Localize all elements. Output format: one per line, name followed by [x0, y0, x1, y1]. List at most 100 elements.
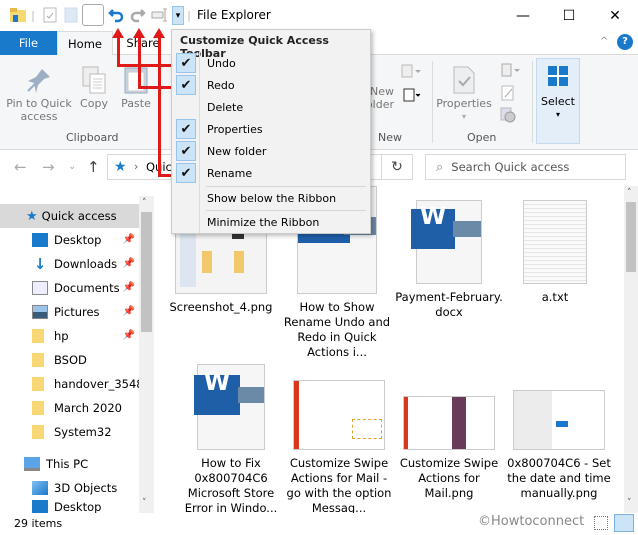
nav-item-handover[interactable]: handover_35482 [0, 372, 151, 396]
close-button[interactable]: ✕ [592, 0, 638, 31]
nav-pane-scrollbar[interactable]: ˄ ˅ [139, 196, 154, 513]
recent-locations-button[interactable]: ⌄ [68, 161, 76, 172]
nav-item-label: Documents [54, 281, 120, 295]
edit-icon[interactable] [500, 85, 516, 104]
copy-button[interactable]: Copy [76, 65, 112, 110]
search-box[interactable]: ⌕ Search Quick access [425, 154, 626, 180]
content-scrollbar[interactable]: ˄ ˅ [624, 186, 638, 513]
checkmark-icon: ✔ [176, 75, 196, 95]
annotation-arrowhead [133, 28, 145, 38]
file-item[interactable]: W Payment-February.docx [394, 200, 504, 320]
annotation-arrow [117, 64, 175, 67]
nav-item-desktop[interactable]: Desktop 📌 [0, 228, 139, 252]
file-item[interactable]: Customize Swipe Actions for Mail.png [394, 396, 504, 501]
copy-label: Copy [80, 97, 108, 110]
properties-button[interactable]: Properties ▾ [436, 65, 492, 123]
file-name: How to Fix 0x800704C6 Microsoft Store Er… [184, 456, 278, 513]
clipboard-group-label: Clipboard [66, 131, 119, 144]
menu-item-rename[interactable]: ✔ Rename [172, 162, 370, 184]
pin-icon[interactable]: 📌 [123, 282, 135, 293]
undo-icon[interactable] [106, 5, 126, 25]
menu-item-label: Redo [207, 78, 235, 92]
up-button[interactable]: ↑ [87, 158, 100, 176]
file-item[interactable]: Customize Swipe Actions for Mail - go wi… [284, 380, 394, 513]
nav-item-quick-access[interactable]: ★ Quick access [0, 204, 139, 228]
properties-dropdown-icon[interactable]: ▾ [462, 110, 466, 123]
scroll-up-icon[interactable]: ˄ [142, 198, 147, 208]
forward-button[interactable]: → [42, 158, 55, 176]
qat-separator: | [31, 8, 35, 22]
checkmark-icon: ✔ [176, 53, 196, 73]
nav-item-march-2020[interactable]: March 2020 [0, 396, 139, 420]
file-item[interactable]: a.txt [500, 200, 610, 305]
help-icon[interactable]: ? [617, 34, 633, 50]
large-icons-view-icon[interactable] [614, 514, 634, 532]
menu-item-new-folder[interactable]: ✔ New folder [172, 140, 370, 162]
file-name: Customize Swipe Actions for Mail - go wi… [286, 456, 392, 513]
nav-item-desktop-pc[interactable]: Desktop [0, 500, 139, 513]
scroll-thumb[interactable] [141, 212, 152, 332]
copy-icon [82, 66, 106, 94]
checkmark-icon: ✔ [176, 119, 196, 139]
nav-item-system32[interactable]: System32 [0, 420, 139, 444]
redo-icon[interactable] [128, 5, 148, 25]
history-icon[interactable] [500, 107, 516, 126]
open-icon[interactable] [500, 63, 522, 80]
rename-icon[interactable] [150, 5, 170, 25]
checkmark-icon: ✔ [176, 163, 196, 183]
scroll-down-icon[interactable]: ˅ [627, 498, 632, 508]
menu-item-label: Minimize the Ribbon [207, 215, 320, 229]
nav-item-hp[interactable]: hp 📌 [0, 324, 139, 348]
folder-icon[interactable] [8, 5, 28, 25]
scroll-down-icon[interactable]: ˅ [142, 498, 147, 508]
properties-icon[interactable] [40, 5, 60, 25]
pin-icon[interactable]: 📌 [123, 258, 135, 269]
qat-separator: | [187, 8, 191, 22]
new-folder-icon[interactable] [62, 5, 80, 25]
minimize-button[interactable]: — [500, 0, 546, 31]
menu-item-undo[interactable]: ✔ Undo [172, 52, 370, 74]
menu-item-label: Rename [207, 166, 253, 180]
menu-item-minimize-ribbon[interactable]: Minimize the Ribbon [172, 211, 370, 233]
pin-icon[interactable]: 📌 [123, 330, 135, 341]
annotation-arrow [158, 37, 161, 177]
back-button[interactable]: ← [14, 158, 27, 176]
pin-icon [27, 69, 50, 93]
scroll-thumb[interactable] [626, 202, 636, 272]
menu-item-label: Show below the Ribbon [207, 191, 337, 205]
nav-item-downloads[interactable]: ↓ Downloads 📌 [0, 252, 139, 276]
nav-item-bsod[interactable]: BSOD [0, 348, 139, 372]
paste-label: Paste [121, 97, 151, 110]
blank-button[interactable] [82, 4, 104, 26]
scroll-up-icon[interactable]: ˄ [627, 188, 632, 198]
details-view-icon[interactable] [594, 516, 608, 530]
menu-item-redo[interactable]: ✔ Redo [172, 74, 370, 96]
menu-item-show-below-ribbon[interactable]: Show below the Ribbon [172, 187, 370, 209]
customize-quick-access-menu: Customize Quick Access Toolbar ✔ Undo ✔ … [171, 29, 371, 234]
maximize-button[interactable]: ☐ [546, 0, 592, 31]
new-item-icon[interactable] [400, 63, 422, 82]
customize-dropdown-icon[interactable]: ▾ [172, 6, 184, 25]
nav-item-documents[interactable]: Documents 📌 [0, 276, 139, 300]
item-count: 29 items [14, 517, 63, 530]
file-item[interactable]: W How to Fix 0x800704C6 Microsoft Store … [176, 364, 286, 513]
refresh-button[interactable]: ↻ [381, 154, 413, 180]
select-button[interactable]: Select ▾ [536, 58, 580, 144]
pin-icon[interactable]: 📌 [123, 306, 135, 317]
menu-item-properties[interactable]: ✔ Properties [172, 118, 370, 140]
tab-home[interactable]: Home [57, 31, 113, 56]
pin-icon[interactable]: 📌 [123, 234, 135, 245]
nav-item-pictures[interactable]: Pictures 📌 [0, 300, 139, 324]
folder-icon [32, 353, 44, 367]
pin-to-quick-access-button[interactable]: Pin to Quick access [4, 65, 74, 123]
tab-file[interactable]: File [0, 31, 57, 55]
nav-item-this-pc[interactable]: This PC [0, 452, 139, 476]
collapse-ribbon-icon[interactable]: ^ [600, 36, 608, 47]
menu-item-delete[interactable]: Delete [172, 96, 370, 118]
menu-item-label: Delete [207, 100, 244, 114]
easy-access-icon[interactable] [400, 87, 422, 106]
file-item[interactable]: 0x800704C6 - Set the date and time manua… [504, 390, 614, 501]
nav-item-3d-objects[interactable]: 3D Objects [0, 476, 139, 500]
pc-icon [24, 457, 40, 471]
select-label: Select [541, 95, 575, 108]
